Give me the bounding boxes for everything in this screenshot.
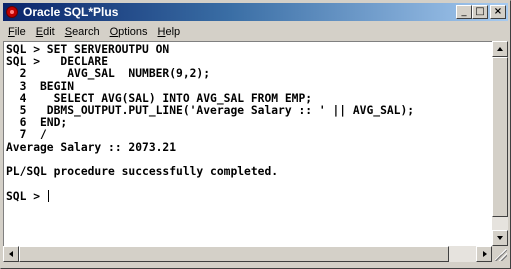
- console-line: 6 END;: [6, 116, 68, 130]
- maximize-button[interactable]: □: [472, 5, 488, 19]
- scroll-up-button[interactable]: [492, 41, 508, 57]
- console-area[interactable]: SQL > SET SERVEROUTPU ON SQL > DECLARE 2 …: [3, 41, 492, 246]
- close-button[interactable]: ×: [490, 5, 506, 19]
- resize-grip-icon: [495, 249, 507, 261]
- menu-options[interactable]: Options: [105, 26, 153, 38]
- arrow-right-icon: [483, 251, 487, 257]
- menu-bar: File Edit Search Options Help: [3, 23, 508, 41]
- horizontal-scrollbar[interactable]: [3, 246, 492, 262]
- window-controls: _ □ ×: [456, 5, 506, 19]
- console-line: PL/SQL procedure successfully completed.: [6, 165, 279, 179]
- vertical-scrollbar[interactable]: [492, 41, 508, 246]
- scroll-left-button[interactable]: [3, 246, 19, 262]
- text-cursor: [47, 190, 49, 203]
- console-output: SQL > SET SERVEROUTPU ON SQL > DECLARE 2 …: [6, 43, 415, 204]
- prompt-line[interactable]: SQL >: [6, 190, 414, 203]
- arrow-left-icon: [9, 251, 13, 257]
- console-line: 2 AVG_SAL NUMBER(9,2);: [6, 67, 211, 81]
- oracle-icon[interactable]: [5, 5, 19, 19]
- minimize-button[interactable]: _: [456, 5, 472, 19]
- scroll-right-button[interactable]: [476, 246, 492, 262]
- arrow-down-icon: [497, 236, 503, 240]
- menu-file[interactable]: File: [3, 26, 31, 38]
- vertical-scroll-thumb[interactable]: [492, 57, 508, 217]
- console-line: Average Salary :: 2073.21: [6, 140, 177, 154]
- console-line: 5 DBMS_OUTPUT.PUT_LINE('Average Salary :…: [6, 104, 415, 118]
- sql-prompt: SQL >: [6, 190, 47, 204]
- console-line: 3 BEGIN: [6, 79, 75, 93]
- scroll-down-button[interactable]: [492, 230, 508, 246]
- menu-help[interactable]: Help: [153, 26, 186, 38]
- menu-search[interactable]: Search: [60, 26, 105, 38]
- menu-edit[interactable]: Edit: [31, 26, 60, 38]
- sqlplus-window: Oracle SQL*Plus _ □ × File Edit Search O…: [0, 0, 511, 269]
- horizontal-scroll-thumb[interactable]: [19, 246, 449, 262]
- arrow-up-icon: [497, 47, 503, 51]
- window-title: Oracle SQL*Plus: [23, 5, 119, 19]
- console-line: 7 /: [6, 128, 47, 142]
- title-bar[interactable]: Oracle SQL*Plus _ □ ×: [3, 3, 508, 21]
- size-grip[interactable]: [492, 246, 508, 262]
